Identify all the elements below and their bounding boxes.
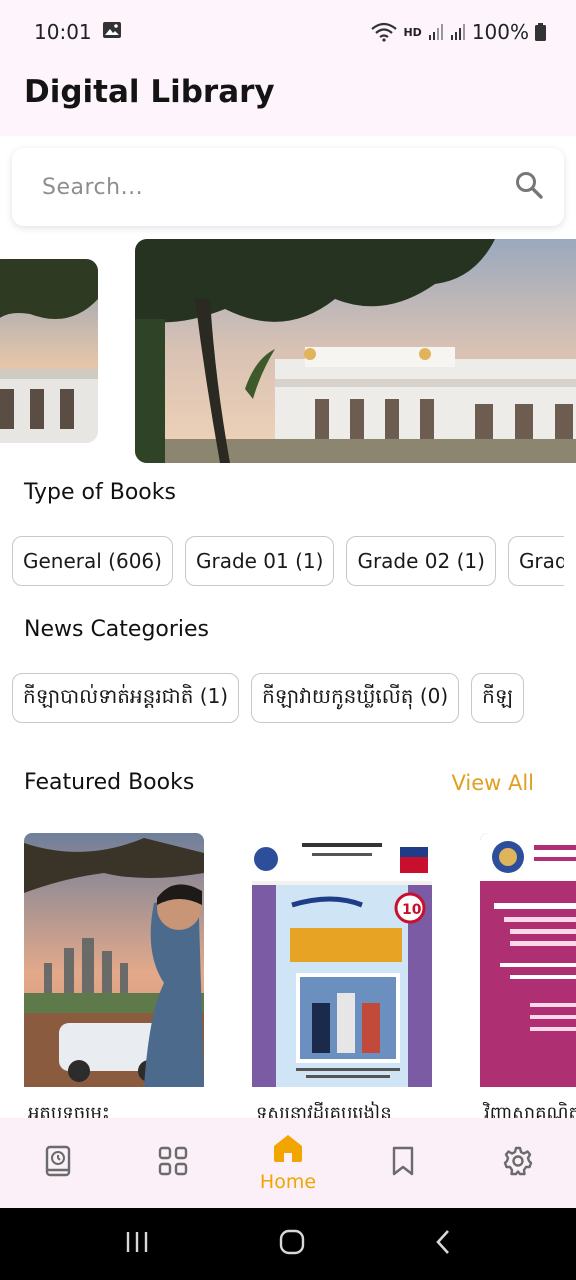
clock: 10:01 <box>34 20 92 44</box>
chip-book-type-grade-01[interactable]: Grade 01 (1) <box>184 536 335 586</box>
nav-item-settings[interactable] <box>478 1123 558 1203</box>
news-categories-title: News Categories <box>24 617 210 642</box>
status-left: 10:01 <box>34 20 122 44</box>
chip-book-type-grade-next[interactable]: Grade <box>507 536 564 586</box>
chip-news-table-tennis[interactable]: កីឡាវាយកូនឃ្លីលើតុ (0) <box>251 673 460 723</box>
featured-books-list: អត្ថបទចម្រុះ 10 ទស្សនាវដ្តីគ្រូបង្រៀន វិ… <box>24 833 576 1118</box>
system-navigation-bar <box>0 1208 576 1280</box>
page-title: Digital Library <box>24 74 275 110</box>
bottom-navigation: Home <box>0 1118 576 1208</box>
status-bar: 10:01 HD 100% <box>0 0 576 64</box>
gallery-notification-icon <box>102 20 122 44</box>
signal-icon <box>428 23 444 41</box>
wifi-icon <box>371 22 398 42</box>
book-title: វិញ្ញាសាគណិត <box>484 1103 576 1118</box>
battery-percent: 100% <box>471 20 529 44</box>
chip-news-football[interactable]: កីឡាបាល់ទាត់អន្តរជាតិ (1) <box>12 673 240 723</box>
book-card[interactable]: វិញ្ញាសាគណិត <box>480 833 576 1118</box>
carousel-slide-current[interactable] <box>135 239 576 463</box>
recents-icon[interactable] <box>124 1230 150 1258</box>
book-title: ទស្សនាវដ្តីគ្រូបង្រៀន <box>256 1103 392 1118</box>
book-card[interactable]: 10 ទស្សនាវដ្តីគ្រូបង្រៀន <box>252 833 432 1118</box>
status-right: HD 100% <box>371 20 546 44</box>
nav-item-bookmarks[interactable] <box>363 1123 443 1203</box>
back-icon[interactable] <box>434 1228 452 1260</box>
book-card[interactable]: អត្ថបទចម្រុះ <box>24 833 204 1118</box>
signal-icon-2 <box>450 23 466 41</box>
home-icon <box>272 1133 304 1167</box>
nav-item-categories[interactable] <box>133 1123 213 1203</box>
nav-label-home: Home <box>259 1171 317 1193</box>
nav-item-home[interactable]: Home <box>248 1123 328 1203</box>
news-categories-chips: កីឡាបាល់ទាត់អន្តរជាតិ (1) កីឡាវាយកូនឃ្លី… <box>12 673 564 725</box>
settings-icon <box>503 1146 533 1180</box>
nav-item-history[interactable] <box>18 1123 98 1203</box>
history-book-icon <box>44 1145 72 1181</box>
chip-news-next[interactable]: កីឡ <box>471 673 524 723</box>
book-cover-image <box>480 833 576 1087</box>
search-input[interactable]: Search... <box>12 148 564 226</box>
chip-book-type-grade-02[interactable]: Grade 02 (1) <box>346 536 496 586</box>
chip-book-type-general[interactable]: General (606) <box>12 536 173 586</box>
book-title: អត្ថបទចម្រុះ <box>28 1103 110 1118</box>
battery-icon <box>535 23 546 41</box>
main-content[interactable]: Search... Type of Books General (606) Gr… <box>0 136 576 1118</box>
network-type: HD <box>403 25 422 39</box>
search-icon[interactable] <box>514 170 544 204</box>
book-types-chips: General (606) Grade 01 (1) Grade 02 (1) … <box>12 536 564 588</box>
book-cover-image: 10 <box>252 833 432 1087</box>
search-placeholder: Search... <box>42 174 144 200</box>
home-button-icon[interactable] <box>278 1228 306 1260</box>
grid-icon <box>158 1146 188 1180</box>
carousel-slide-previous[interactable] <box>0 259 98 443</box>
book-types-title: Type of Books <box>24 480 176 505</box>
featured-books-title: Featured Books <box>24 770 195 795</box>
view-all-link[interactable]: View All <box>451 771 534 795</box>
bookmark-icon <box>391 1146 415 1180</box>
book-cover-image <box>24 833 204 1087</box>
svg-text:10: 10 <box>402 902 422 918</box>
